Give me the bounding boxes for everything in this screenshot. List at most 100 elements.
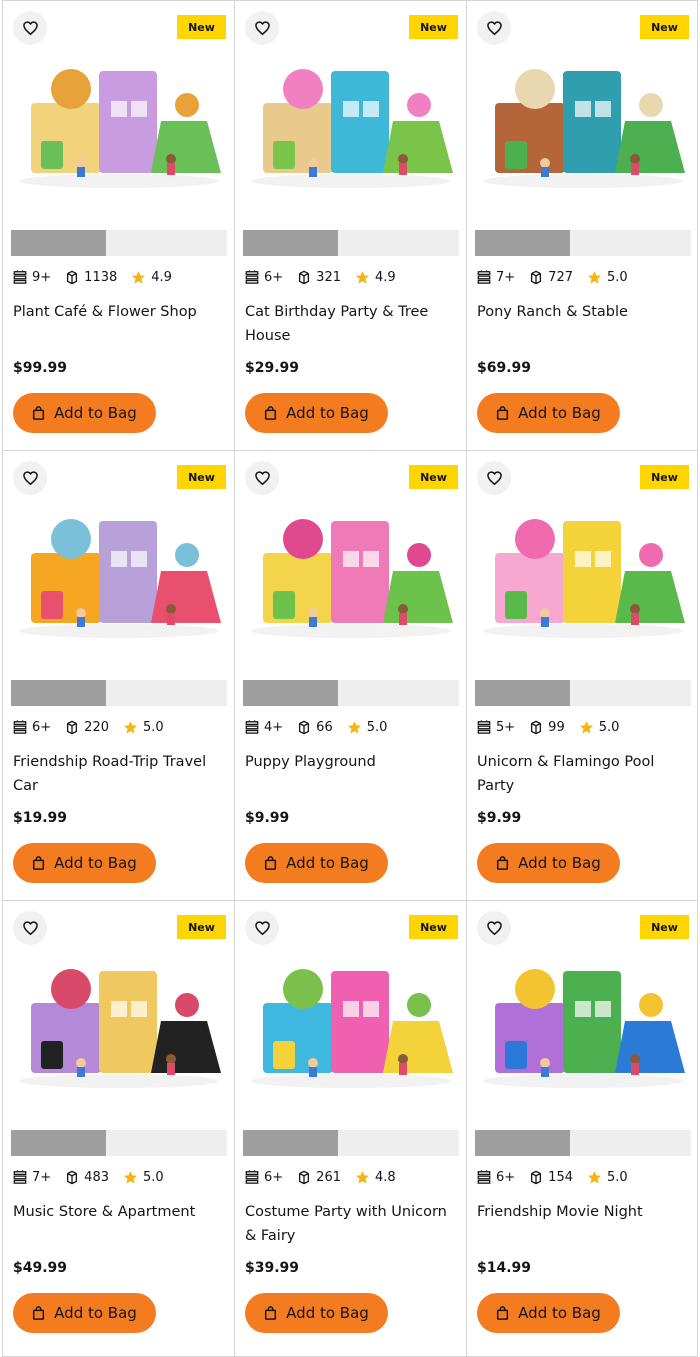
add-to-bag-button[interactable]: Add to Bag xyxy=(477,843,620,883)
image-gallery-scrollbar[interactable] xyxy=(243,230,459,256)
age-blocks-icon xyxy=(13,1170,27,1184)
product-title-link[interactable]: Friendship Movie Night xyxy=(477,1200,691,1224)
product-image[interactable] xyxy=(11,491,227,641)
image-gallery-scrollbar-thumb[interactable] xyxy=(243,680,339,706)
product-price: $19.99 xyxy=(13,810,68,826)
age-range: 6+ xyxy=(245,1170,283,1185)
product-image[interactable] xyxy=(243,41,459,191)
age-range: 7+ xyxy=(13,1170,51,1185)
product-title-link[interactable]: Puppy Playground xyxy=(245,750,459,774)
product-title-link[interactable]: Pony Ranch & Stable xyxy=(477,300,691,324)
image-gallery-scrollbar-thumb[interactable] xyxy=(243,1130,339,1156)
rating: 4.9 xyxy=(355,270,396,285)
product-image[interactable] xyxy=(475,941,691,1091)
add-to-bag-button[interactable]: Add to Bag xyxy=(245,393,388,433)
product-title-link[interactable]: Music Store & Apartment xyxy=(13,1200,227,1224)
product-image[interactable] xyxy=(11,941,227,1091)
age-value: 6+ xyxy=(496,1169,516,1185)
product-card: New xyxy=(466,901,698,1357)
add-to-bag-button[interactable]: Add to Bag xyxy=(477,393,620,433)
brick-icon xyxy=(531,720,542,734)
product-image[interactable] xyxy=(475,41,691,191)
wishlist-button[interactable] xyxy=(477,11,511,45)
wishlist-button[interactable] xyxy=(245,911,279,945)
rating: 5.0 xyxy=(587,270,628,285)
wishlist-button[interactable] xyxy=(477,911,511,945)
image-gallery-scrollbar[interactable] xyxy=(243,680,459,706)
age-blocks-icon xyxy=(245,270,259,284)
age-blocks-icon xyxy=(13,720,27,734)
add-to-bag-button[interactable]: Add to Bag xyxy=(245,1293,388,1333)
image-gallery-scrollbar-thumb[interactable] xyxy=(475,680,571,706)
product-title-link[interactable]: Plant Café & Flower Shop xyxy=(13,300,227,324)
wishlist-button[interactable] xyxy=(477,461,511,495)
add-to-bag-button[interactable]: Add to Bag xyxy=(13,393,156,433)
image-gallery-scrollbar[interactable] xyxy=(11,680,227,706)
product-meta: 4+ 66 5.0 xyxy=(245,717,401,737)
image-gallery-scrollbar-thumb[interactable] xyxy=(11,230,107,256)
wishlist-button[interactable] xyxy=(13,11,47,45)
wishlist-button[interactable] xyxy=(245,461,279,495)
product-image[interactable] xyxy=(243,491,459,641)
add-to-bag-label: Add to Bag xyxy=(518,404,601,422)
product-image[interactable] xyxy=(475,491,691,641)
add-to-bag-button[interactable]: Add to Bag xyxy=(13,1293,156,1333)
pieces-value: 727 xyxy=(548,269,573,285)
age-range: 7+ xyxy=(477,270,515,285)
product-price: $14.99 xyxy=(477,1260,532,1276)
add-to-bag-button[interactable]: Add to Bag xyxy=(13,843,156,883)
wishlist-button[interactable] xyxy=(245,11,279,45)
age-blocks-icon xyxy=(477,720,491,734)
product-price: $99.99 xyxy=(13,360,68,376)
rating: 5.0 xyxy=(123,1170,164,1185)
image-gallery-scrollbar-thumb[interactable] xyxy=(11,680,107,706)
rating-value: 4.9 xyxy=(375,269,396,285)
piece-count: 220 xyxy=(65,720,109,735)
wishlist-button[interactable] xyxy=(13,911,47,945)
image-gallery-scrollbar[interactable] xyxy=(11,230,227,256)
product-meta: 7+ 483 5.0 xyxy=(13,1167,178,1187)
image-gallery-scrollbar-thumb[interactable] xyxy=(475,1130,571,1156)
pieces-value: 321 xyxy=(316,269,341,285)
image-gallery-scrollbar-thumb[interactable] xyxy=(243,230,339,256)
age-blocks-icon xyxy=(477,270,491,284)
new-badge: New xyxy=(177,465,226,489)
image-gallery-scrollbar-thumb[interactable] xyxy=(475,230,571,256)
image-gallery-scrollbar[interactable] xyxy=(475,1130,691,1156)
brick-icon xyxy=(67,1170,78,1184)
heart-icon xyxy=(254,921,270,935)
product-card: New xyxy=(2,901,234,1357)
product-meta: 9+ 1138 4.9 xyxy=(13,267,186,287)
age-blocks-icon xyxy=(245,720,259,734)
add-to-bag-button[interactable]: Add to Bag xyxy=(477,1293,620,1333)
add-to-bag-button[interactable]: Add to Bag xyxy=(245,843,388,883)
add-to-bag-label: Add to Bag xyxy=(286,404,369,422)
image-gallery-scrollbar[interactable] xyxy=(475,230,691,256)
age-range: 9+ xyxy=(13,270,51,285)
image-gallery-scrollbar[interactable] xyxy=(243,1130,459,1156)
product-title-link[interactable]: Friendship Road-Trip Travel Car xyxy=(13,750,227,798)
new-badge: New xyxy=(640,465,689,489)
heart-icon xyxy=(486,921,502,935)
heart-icon xyxy=(22,471,38,485)
image-gallery-scrollbar-thumb[interactable] xyxy=(11,1130,107,1156)
product-title-link[interactable]: Unicorn & Flamingo Pool Party xyxy=(477,750,691,798)
image-gallery-scrollbar[interactable] xyxy=(11,1130,227,1156)
product-title-link[interactable]: Costume Party with Unicorn & Fairy xyxy=(245,1200,459,1248)
heart-icon xyxy=(22,21,38,35)
add-to-bag-label: Add to Bag xyxy=(518,1304,601,1322)
rating: 5.0 xyxy=(123,720,164,735)
product-set-illustration xyxy=(19,69,221,188)
age-range: 6+ xyxy=(245,270,283,285)
pieces-value: 261 xyxy=(316,1169,341,1185)
product-image[interactable] xyxy=(11,41,227,191)
star-icon xyxy=(123,720,138,734)
heart-icon xyxy=(254,21,270,35)
new-badge: New xyxy=(177,15,226,39)
star-icon xyxy=(355,270,370,284)
shopping-bag-icon xyxy=(265,856,277,870)
image-gallery-scrollbar[interactable] xyxy=(475,680,691,706)
product-title-link[interactable]: Cat Birthday Party & Tree House xyxy=(245,300,459,348)
product-image[interactable] xyxy=(243,941,459,1091)
wishlist-button[interactable] xyxy=(13,461,47,495)
